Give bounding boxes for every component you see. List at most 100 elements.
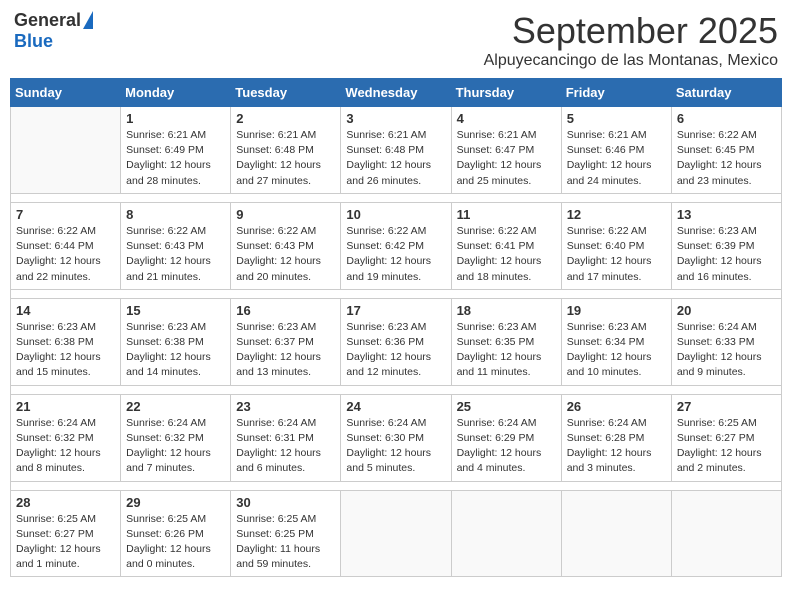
logo: General Blue [14,10,93,52]
day-info: Sunrise: 6:24 AM Sunset: 6:32 PM Dayligh… [16,416,115,477]
calendar-day-cell: 16Sunrise: 6:23 AM Sunset: 6:37 PM Dayli… [231,298,341,385]
day-number: 7 [16,207,115,222]
month-title: September 2025 [484,10,778,52]
calendar-week-row: 28 Sunrise: 6:25 AM Sunset: 6:27 PM Dayli… [11,490,782,577]
calendar-week-row: 1 Sunrise: 6:21 AM Sunset: 6:49 PM Daylig… [11,107,782,194]
calendar-day-cell: 2Sunrise: 6:21 AM Sunset: 6:48 PM Daylig… [231,107,341,194]
location-subtitle: Alpuyecancingo de las Montanas, Mexico [484,52,778,70]
day-info: Sunrise: 6:25 AM Sunset: 6:27 PM Dayligh… [16,512,115,573]
day-info: Sunrise: 6:22 AM Sunset: 6:42 PM Dayligh… [346,224,445,285]
calendar-day-cell: 17Sunrise: 6:23 AM Sunset: 6:36 PM Dayli… [341,298,451,385]
calendar-day-cell [671,490,781,577]
day-info: Sunrise: 6:24 AM Sunset: 6:30 PM Dayligh… [346,416,445,477]
calendar-day-cell: 1 Sunrise: 6:21 AM Sunset: 6:49 PM Daylig… [121,107,231,194]
day-number: 11 [457,207,556,222]
day-number: 13 [677,207,776,222]
calendar-day-cell: 21 Sunrise: 6:24 AM Sunset: 6:32 PM Dayli… [11,394,121,481]
row-separator [11,481,782,490]
day-number: 8 [126,207,225,222]
day-info: Sunrise: 6:25 AM Sunset: 6:27 PM Dayligh… [677,416,776,477]
day-number: 27 [677,399,776,414]
day-number: 9 [236,207,335,222]
calendar-day-cell: 4 Sunrise: 6:21 AM Sunset: 6:47 PM Daylig… [451,107,561,194]
day-number: 19 [567,303,666,318]
day-info: Sunrise: 6:21 AM Sunset: 6:49 PM Dayligh… [126,128,225,189]
calendar-day-header: Thursday [451,79,561,107]
day-number: 6 [677,111,776,126]
day-info: Sunrise: 6:23 AM Sunset: 6:37 PM Dayligh… [236,320,335,381]
calendar-day-cell: 18Sunrise: 6:23 AM Sunset: 6:35 PM Dayli… [451,298,561,385]
calendar-day-cell: 19 Sunrise: 6:23 AM Sunset: 6:34 PM Dayli… [561,298,671,385]
calendar-day-cell: 26 Sunrise: 6:24 AM Sunset: 6:28 PM Dayli… [561,394,671,481]
day-number: 25 [457,399,556,414]
day-number: 26 [567,399,666,414]
day-info: Sunrise: 6:22 AM Sunset: 6:45 PM Dayligh… [677,128,776,189]
day-info: Sunrise: 6:24 AM Sunset: 6:32 PM Dayligh… [126,416,225,477]
day-info: Sunrise: 6:25 AM Sunset: 6:26 PM Dayligh… [126,512,225,573]
calendar-day-cell: 3Sunrise: 6:21 AM Sunset: 6:48 PM Daylig… [341,107,451,194]
calendar-day-cell: 20Sunrise: 6:24 AM Sunset: 6:33 PM Dayli… [671,298,781,385]
calendar-day-cell: 13 Sunrise: 6:23 AM Sunset: 6:39 PM Dayli… [671,202,781,289]
calendar-day-cell: 27 Sunrise: 6:25 AM Sunset: 6:27 PM Dayli… [671,394,781,481]
calendar-week-row: 7Sunrise: 6:22 AM Sunset: 6:44 PM Daylig… [11,202,782,289]
day-info: Sunrise: 6:24 AM Sunset: 6:28 PM Dayligh… [567,416,666,477]
day-number: 4 [457,111,556,126]
calendar-day-header: Monday [121,79,231,107]
day-info: Sunrise: 6:22 AM Sunset: 6:40 PM Dayligh… [567,224,666,285]
calendar-day-cell: 8 Sunrise: 6:22 AM Sunset: 6:43 PM Daylig… [121,202,231,289]
calendar-day-cell: 15 Sunrise: 6:23 AM Sunset: 6:38 PM Dayli… [121,298,231,385]
calendar-day-cell [341,490,451,577]
day-number: 5 [567,111,666,126]
calendar-day-cell: 23 Sunrise: 6:24 AM Sunset: 6:31 PM Dayli… [231,394,341,481]
day-info: Sunrise: 6:21 AM Sunset: 6:47 PM Dayligh… [457,128,556,189]
day-info: Sunrise: 6:24 AM Sunset: 6:31 PM Dayligh… [236,416,335,477]
day-number: 28 [16,495,115,510]
day-number: 23 [236,399,335,414]
calendar-day-cell: 28 Sunrise: 6:25 AM Sunset: 6:27 PM Dayli… [11,490,121,577]
calendar-day-cell: 14 Sunrise: 6:23 AM Sunset: 6:38 PM Dayli… [11,298,121,385]
calendar-week-row: 21 Sunrise: 6:24 AM Sunset: 6:32 PM Dayli… [11,394,782,481]
day-number: 29 [126,495,225,510]
calendar-day-cell: 11Sunrise: 6:22 AM Sunset: 6:41 PM Dayli… [451,202,561,289]
day-number: 10 [346,207,445,222]
calendar-day-header: Sunday [11,79,121,107]
day-number: 21 [16,399,115,414]
calendar-day-cell: 9Sunrise: 6:22 AM Sunset: 6:43 PM Daylig… [231,202,341,289]
calendar-day-cell: 12 Sunrise: 6:22 AM Sunset: 6:40 PM Dayli… [561,202,671,289]
calendar-day-header: Tuesday [231,79,341,107]
day-number: 12 [567,207,666,222]
day-info: Sunrise: 6:22 AM Sunset: 6:43 PM Dayligh… [126,224,225,285]
logo-general-text: General [14,10,81,31]
calendar-day-cell: 30Sunrise: 6:25 AM Sunset: 6:25 PM Dayli… [231,490,341,577]
day-info: Sunrise: 6:23 AM Sunset: 6:38 PM Dayligh… [16,320,115,381]
page-header: General Blue September 2025 Alpuyecancin… [10,10,782,70]
day-number: 14 [16,303,115,318]
calendar-week-row: 14 Sunrise: 6:23 AM Sunset: 6:38 PM Dayli… [11,298,782,385]
day-number: 15 [126,303,225,318]
day-info: Sunrise: 6:23 AM Sunset: 6:39 PM Dayligh… [677,224,776,285]
day-info: Sunrise: 6:24 AM Sunset: 6:29 PM Dayligh… [457,416,556,477]
calendar-day-cell: 6 Sunrise: 6:22 AM Sunset: 6:45 PM Daylig… [671,107,781,194]
logo-blue-text: Blue [14,31,53,52]
day-info: Sunrise: 6:25 AM Sunset: 6:25 PM Dayligh… [236,512,335,573]
day-number: 22 [126,399,225,414]
calendar-day-header: Wednesday [341,79,451,107]
calendar-table: SundayMondayTuesdayWednesdayThursdayFrid… [10,78,782,577]
day-number: 24 [346,399,445,414]
day-number: 2 [236,111,335,126]
day-info: Sunrise: 6:23 AM Sunset: 6:34 PM Dayligh… [567,320,666,381]
calendar-header-row: SundayMondayTuesdayWednesdayThursdayFrid… [11,79,782,107]
calendar-day-cell: 10 Sunrise: 6:22 AM Sunset: 6:42 PM Dayli… [341,202,451,289]
logo-triangle-icon [83,11,93,29]
calendar-day-cell: 22 Sunrise: 6:24 AM Sunset: 6:32 PM Dayli… [121,394,231,481]
calendar-day-cell: 5 Sunrise: 6:21 AM Sunset: 6:46 PM Daylig… [561,107,671,194]
calendar-day-cell: 7Sunrise: 6:22 AM Sunset: 6:44 PM Daylig… [11,202,121,289]
day-number: 1 [126,111,225,126]
day-info: Sunrise: 6:21 AM Sunset: 6:46 PM Dayligh… [567,128,666,189]
day-number: 18 [457,303,556,318]
row-separator [11,193,782,202]
day-info: Sunrise: 6:23 AM Sunset: 6:38 PM Dayligh… [126,320,225,381]
calendar-day-header: Saturday [671,79,781,107]
day-info: Sunrise: 6:23 AM Sunset: 6:36 PM Dayligh… [346,320,445,381]
calendar-day-cell [11,107,121,194]
